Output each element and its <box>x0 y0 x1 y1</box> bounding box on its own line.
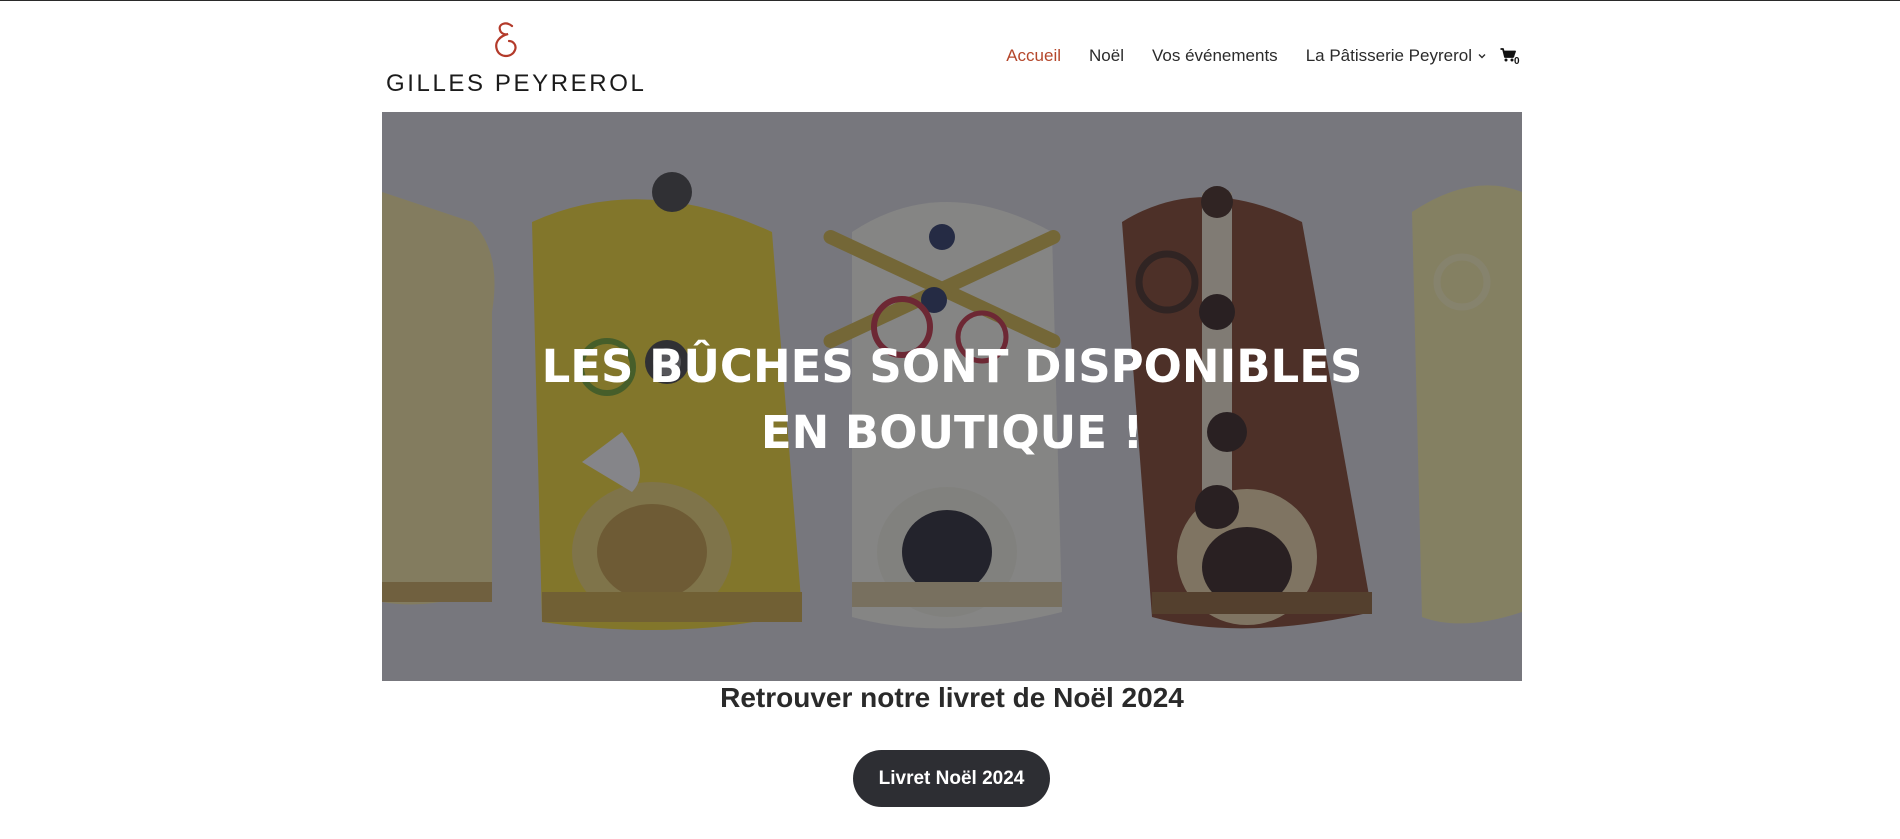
cart-count-badge: 0 <box>1514 56 1520 67</box>
livret-noel-button[interactable]: Livret Noël 2024 <box>853 750 1050 807</box>
hero-banner: LES BÛCHES SONT DISPONIBLES EN BOUTIQUE … <box>382 112 1522 681</box>
chevron-down-icon <box>1478 54 1486 59</box>
brand-name: GILLES PEYREROL <box>386 70 647 97</box>
nav-item-label: Accueil <box>1006 46 1062 65</box>
cart-button[interactable]: 0 <box>1500 46 1522 67</box>
main-nav: Accueil Noël Vos événements La Pâtisseri… <box>978 44 1522 68</box>
nav-item-patisserie[interactable]: La Pâtisserie Peyrerol <box>1306 46 1486 66</box>
hero-title: LES BÛCHES SONT DISPONIBLES EN BOUTIQUE … <box>541 340 1363 459</box>
site-header: GILLES PEYREROL Accueil Noël Vos événeme… <box>382 0 1522 112</box>
booklet-heading: Retrouver notre livret de Noël 2024 <box>720 682 1184 713</box>
nav-item-label: Vos événements <box>1151 46 1278 65</box>
site-logo[interactable]: GILLES PEYREROL <box>386 20 644 97</box>
nav-item-label: La Pâtisserie Peyrerol <box>1305 46 1472 65</box>
nav-item-noel[interactable]: Noël <box>1089 46 1124 66</box>
nav-item-evenements[interactable]: Vos événements <box>1152 46 1278 66</box>
logo-monogram-icon <box>495 22 517 58</box>
button-label: Livret Noël 2024 <box>878 767 1025 789</box>
nav-item-label: Noël <box>1089 46 1124 65</box>
nav-item-accueil[interactable]: Accueil <box>1006 46 1061 66</box>
